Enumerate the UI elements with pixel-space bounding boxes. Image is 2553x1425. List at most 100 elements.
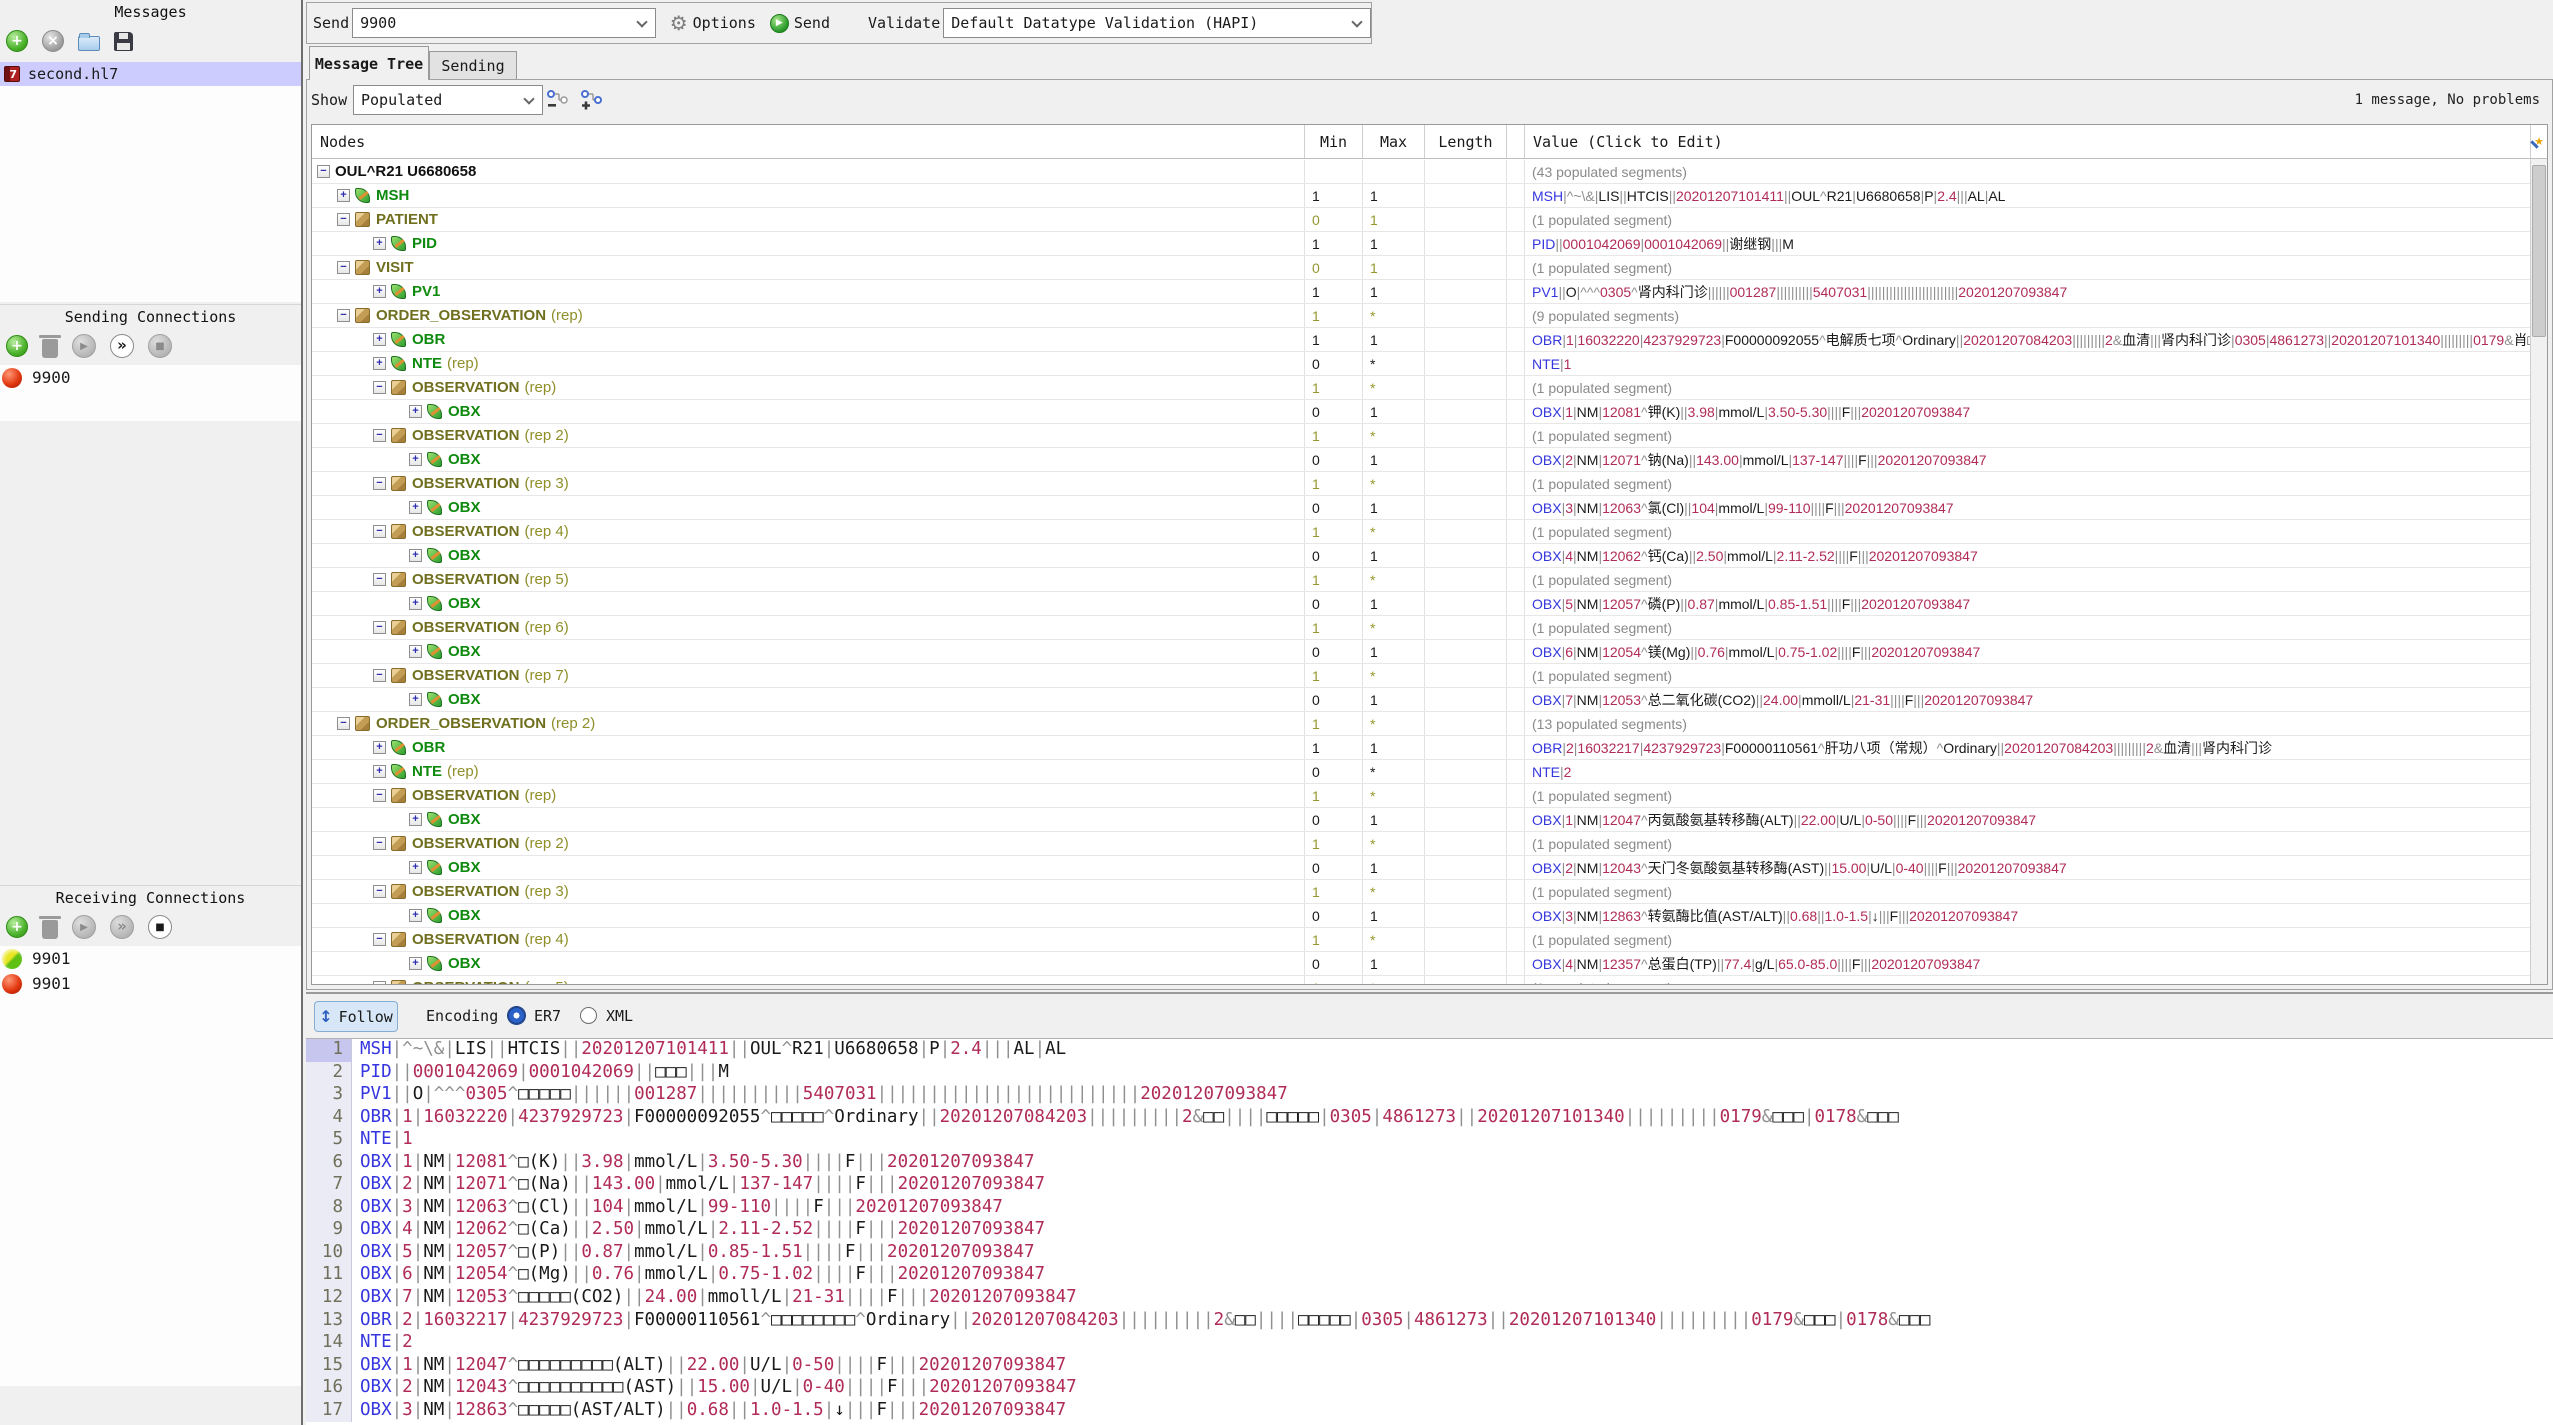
expand-toggle-icon[interactable]: +	[409, 597, 422, 610]
expand-all-icon[interactable]	[579, 88, 603, 112]
node-label[interactable]: MSH	[376, 187, 409, 204]
validate-combobox[interactable]: Default Datatype Validation (HAPI)	[943, 8, 1371, 38]
tree-row[interactable]: −OUL^R21 U6680658(43 populated segments)	[312, 160, 2547, 184]
node-label[interactable]: OBSERVATION	[412, 475, 520, 492]
node-label[interactable]: OBR	[412, 331, 445, 348]
value-cell[interactable]: NTE|1	[1525, 352, 2547, 375]
collapse-toggle-icon[interactable]: −	[373, 429, 386, 442]
expand-toggle-icon[interactable]: +	[373, 237, 386, 250]
delete-connection-icon[interactable]	[42, 339, 58, 358]
value-cell[interactable]: OBR|1|16032220|4237929723|F00000092055^电…	[1525, 328, 2547, 351]
node-label[interactable]: OUL^R21 U6680658	[335, 163, 476, 180]
send-button[interactable]: ▶ Send	[770, 14, 830, 33]
node-label[interactable]: OBSERVATION	[412, 379, 520, 396]
value-cell[interactable]: (1 populated segment)	[1525, 928, 2547, 951]
tree-row[interactable]: +PID11PID||0001042069|0001042069||谢继钢|||…	[312, 232, 2547, 256]
node-label[interactable]: OBSERVATION	[412, 787, 520, 804]
tree-row[interactable]: −OBSERVATION(rep 6)1*(1 populated segmen…	[312, 616, 2547, 640]
node-label[interactable]: OBSERVATION	[412, 931, 520, 948]
tree-row[interactable]: +OBX01OBX|4|NM|12062^钙(Ca)||2.50|mmol/L|…	[312, 544, 2547, 568]
tree-row[interactable]: +OBX01OBX|7|NM|12053^总二氧化碳(CO2)||24.00|m…	[312, 688, 2547, 712]
value-cell[interactable]: OBR|2|16032217|4237929723|F00000110561^肝…	[1525, 736, 2547, 759]
node-label[interactable]: OBX	[448, 547, 481, 564]
expand-toggle-icon[interactable]: +	[409, 957, 422, 970]
connection-item[interactable]: 9900	[0, 365, 301, 390]
value-cell[interactable]: (1 populated segment)	[1525, 256, 2547, 279]
collapse-toggle-icon[interactable]: −	[373, 981, 386, 984]
node-label[interactable]: OBSERVATION	[412, 571, 520, 588]
message-editor[interactable]: 1MSH|^~\&|LIS||HTCIS||20201207101411||OU…	[306, 1038, 2553, 1425]
value-cell[interactable]: (1 populated segment)	[1525, 976, 2547, 984]
value-cell[interactable]: (43 populated segments)	[1525, 160, 2547, 183]
send-target-combobox[interactable]: 9900	[352, 8, 656, 38]
expand-toggle-icon[interactable]: +	[409, 693, 422, 706]
tree-row[interactable]: +OBX01OBX|2|NM|12071^钠(Na)||143.00|mmol/…	[312, 448, 2547, 472]
stop-connection-icon[interactable]: ■	[148, 915, 172, 939]
value-cell[interactable]: OBX|3|NM|12063^氯(Cl)||104|mmol/L|99-110|…	[1525, 496, 2547, 519]
expand-toggle-icon[interactable]: +	[373, 765, 386, 778]
node-label[interactable]: OBX	[448, 451, 481, 468]
tree-row[interactable]: −OBSERVATION(rep 2)1*(1 populated segmen…	[312, 832, 2547, 856]
expand-toggle-icon[interactable]: +	[409, 645, 422, 658]
node-label[interactable]: OBSERVATION	[412, 427, 520, 444]
tree-row[interactable]: −OBSERVATION(rep)1*(1 populated segment)	[312, 784, 2547, 808]
expand-toggle-icon[interactable]: +	[409, 861, 422, 874]
tree-row[interactable]: −ORDER_OBSERVATION(rep)1*(9 populated se…	[312, 304, 2547, 328]
node-label[interactable]: OBX	[448, 955, 481, 972]
expand-toggle-icon[interactable]: +	[373, 285, 386, 298]
collapse-toggle-icon[interactable]: −	[373, 621, 386, 634]
collapse-toggle-icon[interactable]: −	[373, 885, 386, 898]
collapse-toggle-icon[interactable]: −	[337, 309, 350, 322]
value-cell[interactable]: (1 populated segment)	[1525, 520, 2547, 543]
tree-row[interactable]: +OBX01OBX|6|NM|12054^镁(Mg)||0.76|mmol/L|…	[312, 640, 2547, 664]
expand-toggle-icon[interactable]: +	[409, 549, 422, 562]
value-cell[interactable]: NTE|2	[1525, 760, 2547, 783]
start-all-connections-icon[interactable]: »	[110, 915, 134, 939]
value-cell[interactable]: OBX|7|NM|12053^总二氧化碳(CO2)||24.00|mmoll/L…	[1525, 688, 2547, 711]
tree-row[interactable]: −OBSERVATION(rep 5)1*(1 populated segmen…	[312, 568, 2547, 592]
tree-row[interactable]: −VISIT01(1 populated segment)	[312, 256, 2547, 280]
node-label[interactable]: VISIT	[376, 259, 414, 276]
tree-row[interactable]: −OBSERVATION(rep 4)1*(1 populated segmen…	[312, 520, 2547, 544]
value-cell[interactable]: (1 populated segment)	[1525, 880, 2547, 903]
expand-toggle-icon[interactable]: +	[409, 813, 422, 826]
node-label[interactable]: PATIENT	[376, 211, 438, 228]
tree-row[interactable]: +OBR11OBR|2|16032217|4237929723|F0000011…	[312, 736, 2547, 760]
collapse-toggle-icon[interactable]: −	[373, 837, 386, 850]
collapse-toggle-icon[interactable]: −	[373, 477, 386, 490]
node-label[interactable]: OBX	[448, 643, 481, 660]
value-cell[interactable]: OBX|4|NM|12357^总蛋白(TP)||77.4|g/L|65.0-85…	[1525, 952, 2547, 975]
tree-row[interactable]: −OBSERVATION(rep 5)1*(1 populated segmen…	[312, 976, 2547, 984]
value-cell[interactable]: (1 populated segment)	[1525, 568, 2547, 591]
value-cell[interactable]: OBX|4|NM|12062^钙(Ca)||2.50|mmol/L|2.11-2…	[1525, 544, 2547, 567]
message-list-item[interactable]: 7 second.hl7	[0, 62, 301, 86]
tree-row[interactable]: +PV111PV1||O|^^^0305^肾内科门诊||||||001287||…	[312, 280, 2547, 304]
collapse-toggle-icon[interactable]: −	[337, 261, 350, 274]
value-cell[interactable]: (1 populated segment)	[1525, 424, 2547, 447]
collapse-toggle-icon[interactable]: −	[373, 525, 386, 538]
value-cell[interactable]: (1 populated segment)	[1525, 376, 2547, 399]
value-cell[interactable]: OBX|2|NM|12071^钠(Na)||143.00|mmol/L|137-…	[1525, 448, 2547, 471]
tree-row[interactable]: +OBR11OBR|1|16032220|4237929723|F0000009…	[312, 328, 2547, 352]
tab-sending[interactable]: Sending	[429, 51, 517, 80]
node-label[interactable]: OBSERVATION	[412, 667, 520, 684]
encoding-xml-radio[interactable]	[580, 1007, 597, 1024]
node-label[interactable]: PID	[412, 235, 437, 252]
collapse-all-icon[interactable]	[545, 88, 569, 112]
tree-row[interactable]: +OBX01OBX|1|NM|12047^丙氨酸氨基转移酶(ALT)||22.0…	[312, 808, 2547, 832]
node-label[interactable]: OBX	[448, 403, 481, 420]
options-button[interactable]: ⚙ Options	[670, 13, 756, 33]
value-cell[interactable]: OBX|1|NM|12081^钾(K)||3.98|mmol/L|3.50-5.…	[1525, 400, 2547, 423]
value-cell[interactable]: (9 populated segments)	[1525, 304, 2547, 327]
vertical-scrollbar[interactable]	[2530, 125, 2547, 984]
node-label[interactable]: NTE	[412, 763, 442, 780]
tree-row[interactable]: +MSH11MSH|^~\&|LIS||HTCIS||2020120710141…	[312, 184, 2547, 208]
expand-toggle-icon[interactable]: +	[409, 453, 422, 466]
node-label[interactable]: OBX	[448, 595, 481, 612]
tree-row[interactable]: −OBSERVATION(rep 3)1*(1 populated segmen…	[312, 880, 2547, 904]
tree-row[interactable]: −OBSERVATION(rep 4)1*(1 populated segmen…	[312, 928, 2547, 952]
tree-row[interactable]: −PATIENT01(1 populated segment)	[312, 208, 2547, 232]
add-connection-button[interactable]: +	[6, 916, 28, 938]
tree-row[interactable]: −OBSERVATION(rep 7)1*(1 populated segmen…	[312, 664, 2547, 688]
node-label[interactable]: OBX	[448, 859, 481, 876]
